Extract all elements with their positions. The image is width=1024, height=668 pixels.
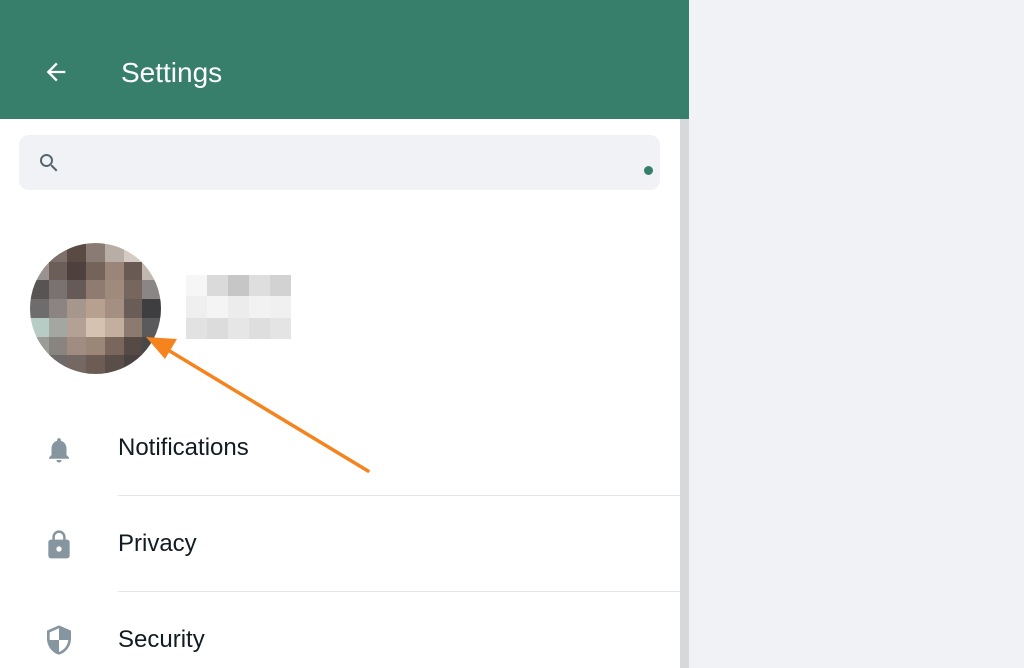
menu-item-security[interactable]: Security [0,592,680,668]
search-input[interactable] [79,143,643,185]
menu-item-privacy[interactable]: Privacy [0,496,680,592]
profile-name [186,275,291,339]
avatar[interactable] [30,243,161,374]
status-dot [644,166,653,175]
bell-icon [42,433,76,467]
menu-item-label: Privacy [118,530,197,557]
menu-item-notifications[interactable]: Notifications [0,400,680,496]
back-button[interactable] [36,52,76,92]
scrollbar[interactable] [680,119,689,668]
lock-icon [42,528,76,562]
search-bar[interactable] [19,135,660,190]
search-icon [40,154,58,172]
settings-header: Settings [0,0,689,119]
page-title: Settings [121,57,223,88]
shield-icon [42,623,76,657]
settings-panel: Settings Notifications Privacy Security [0,0,689,668]
arrow-left-icon [46,62,66,82]
menu-item-label: Notifications [118,434,249,461]
menu-item-label: Security [118,626,205,653]
